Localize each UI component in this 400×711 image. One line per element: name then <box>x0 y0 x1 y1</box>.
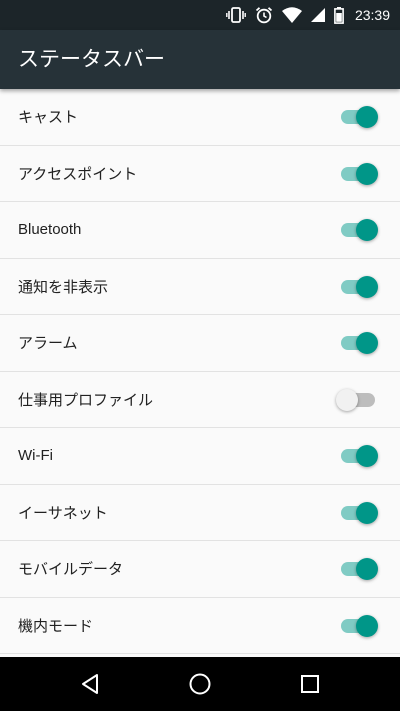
wifi-toggle[interactable] <box>338 444 378 468</box>
status-bar: 23:39 <box>0 0 400 30</box>
vibrate-icon <box>226 7 246 23</box>
hide-notifications-toggle[interactable] <box>338 275 378 299</box>
setting-label: 機内モード <box>18 616 94 635</box>
setting-row-wifi[interactable]: Wi-Fi <box>0 428 400 485</box>
mobile-data-toggle[interactable] <box>338 557 378 581</box>
setting-row-alarm[interactable]: アラーム <box>0 315 400 372</box>
status-time: 23:39 <box>354 7 390 23</box>
alarm-toggle[interactable] <box>338 331 378 355</box>
signal-icon <box>310 8 325 22</box>
ethernet-toggle[interactable] <box>338 501 378 525</box>
battery-icon <box>334 6 344 24</box>
page-title: ステータスバー <box>18 47 165 71</box>
setting-row-mobile-data[interactable]: モバイルデータ <box>0 541 400 598</box>
setting-row-work-profile[interactable]: 仕事用プロファイル <box>0 372 400 428</box>
work-profile-toggle[interactable] <box>336 388 378 412</box>
setting-label: Wi-Fi <box>18 447 53 464</box>
setting-label: Bluetooth <box>18 221 82 238</box>
setting-row-ethernet[interactable]: イーサネット <box>0 485 400 541</box>
app-bar: ステータスバー <box>0 30 400 89</box>
recents-button[interactable] <box>280 657 340 711</box>
settings-list: キャスト アクセスポイント Bluetooth 通知を非表示 アラーム 仕事用プ… <box>0 89 400 657</box>
setting-label: モバイルデータ <box>18 560 124 578</box>
wifi-icon <box>281 7 302 23</box>
bluetooth-toggle[interactable] <box>338 218 378 242</box>
setting-label: アクセスポイント <box>18 164 138 183</box>
home-button[interactable] <box>170 657 230 711</box>
setting-label: 仕事用プロファイル <box>18 390 154 409</box>
setting-label: イーサネット <box>18 503 108 522</box>
home-icon <box>189 673 211 695</box>
setting-row-airplane-mode[interactable]: 機内モード <box>0 598 400 654</box>
setting-row-hotspot[interactable]: アクセスポイント <box>0 146 400 202</box>
setting-label: 通知を非表示 <box>18 277 109 296</box>
status-icons: 23:39 <box>226 0 390 30</box>
back-icon <box>82 674 98 694</box>
setting-row-cast[interactable]: キャスト <box>0 89 400 146</box>
setting-label: キャスト <box>18 108 79 126</box>
back-button[interactable] <box>60 657 120 711</box>
airplane-mode-toggle[interactable] <box>338 614 378 638</box>
hotspot-toggle[interactable] <box>338 162 378 186</box>
cast-toggle[interactable] <box>338 105 378 129</box>
setting-label: アラーム <box>18 334 78 352</box>
navigation-bar <box>0 657 400 711</box>
alarm-icon <box>255 6 273 24</box>
setting-row-hide-notifications[interactable]: 通知を非表示 <box>0 259 400 315</box>
setting-row-bluetooth[interactable]: Bluetooth <box>0 202 400 259</box>
recents-icon <box>301 675 319 693</box>
